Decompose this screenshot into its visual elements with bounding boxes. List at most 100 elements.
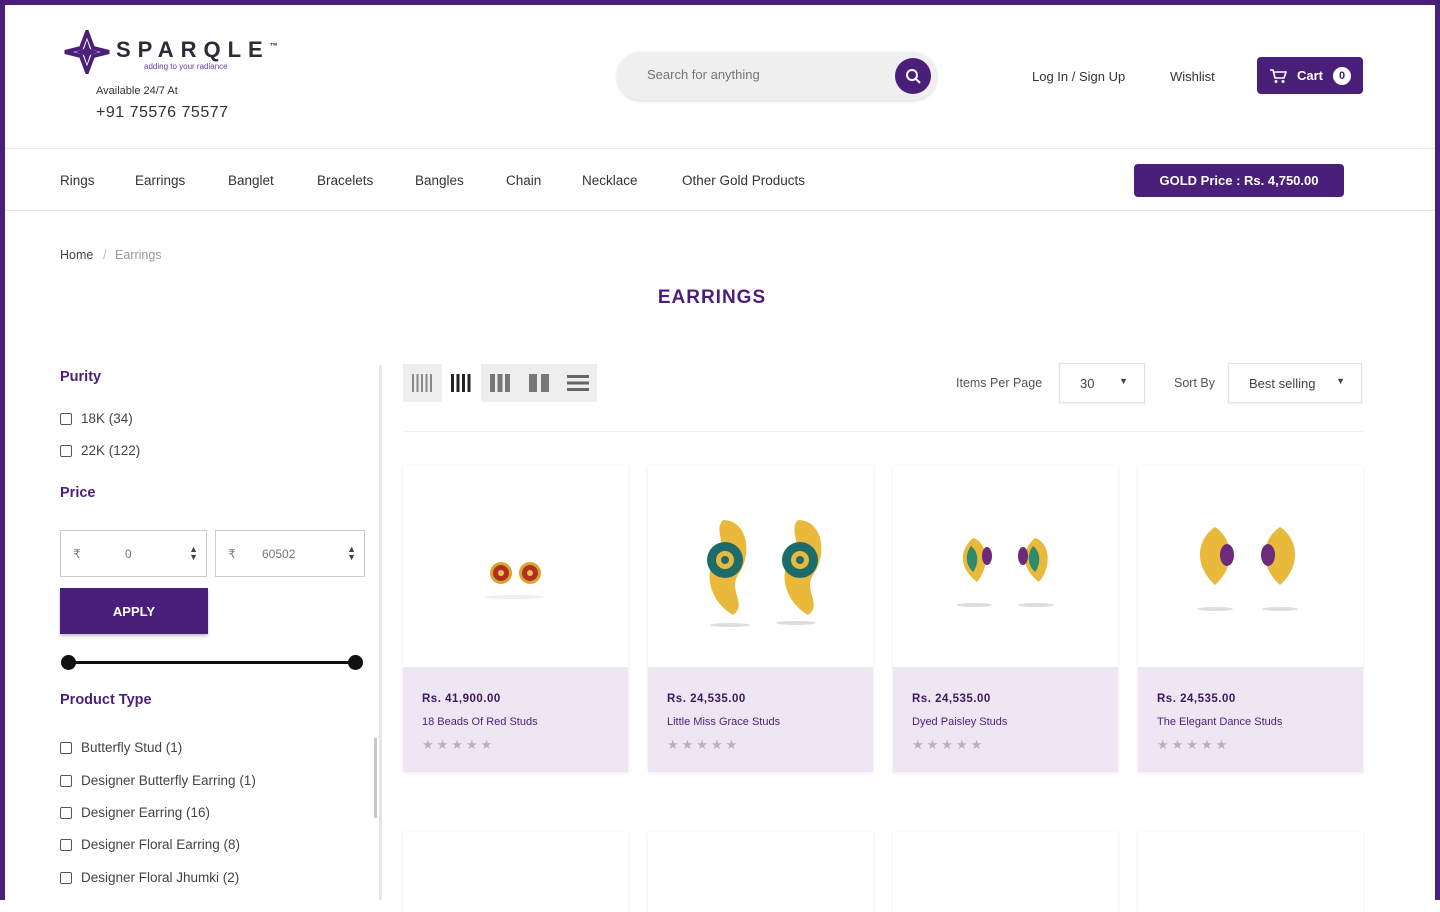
price-min-value: 0 — [125, 547, 132, 561]
checkbox[interactable] — [60, 412, 72, 425]
filter-type-item[interactable]: Designer Butterfly Earring (1) — [60, 773, 256, 788]
availability-text: Available 24/7 At — [96, 85, 178, 97]
nav-earrings[interactable]: Earrings — [135, 173, 185, 188]
list-view-button[interactable] — [558, 364, 597, 402]
search-input[interactable] — [645, 66, 889, 83]
price-max-input[interactable]: ₹ 60502 ▲ ▼ — [215, 530, 365, 577]
product-card[interactable]: Rs. 24,535.00 Dyed Paisley Studs ★★★★★ — [893, 465, 1118, 772]
sort-by-select[interactable]: Best selling ▼ — [1228, 363, 1362, 403]
product-image[interactable] — [648, 465, 873, 667]
filter-product-type-title: Product Type — [60, 692, 152, 708]
grid-4-view-button[interactable] — [441, 364, 481, 402]
star-rating-icon: ★★★★★ — [667, 737, 741, 752]
items-per-page-label: Items Per Page — [956, 376, 1043, 390]
product-card[interactable] — [648, 832, 873, 912]
currency-symbol: ₹ — [228, 547, 236, 561]
filter-type-item[interactable]: Butterfly Stud (1) — [60, 740, 182, 755]
product-info: Rs. 24,535.00 The Elegant Dance Studs ★★… — [1138, 667, 1363, 772]
filter-type-item[interactable]: Designer Floral Earring (8) — [60, 837, 240, 852]
nav-banglet[interactable]: Banglet — [228, 173, 274, 188]
product-card[interactable] — [893, 832, 1118, 912]
product-name[interactable]: Dyed Paisley Studs — [912, 716, 1007, 728]
product-card[interactable] — [1138, 832, 1363, 912]
product-name[interactable]: The Elegant Dance Studs — [1157, 716, 1282, 728]
filter-label: Designer Floral Earring (8) — [81, 837, 241, 852]
currency-symbol: ₹ — [73, 547, 81, 561]
price-slider-max-handle[interactable] — [348, 655, 363, 670]
divider — [5, 210, 1435, 211]
checkbox[interactable] — [60, 871, 72, 884]
price-max-value: 60502 — [262, 547, 296, 561]
breadcrumb-separator: / — [103, 248, 107, 262]
items-per-page-select[interactable]: 30 ▼ — [1059, 363, 1145, 403]
logo-icon[interactable] — [62, 30, 112, 74]
product-card[interactable]: Rs. 24,535.00 Little Miss Grace Studs ★★… — [648, 465, 873, 772]
wishlist-link[interactable]: Wishlist — [1170, 69, 1215, 84]
sort-by-value: Best selling — [1249, 376, 1316, 391]
product-info: Rs. 41,900.00 18 Beads Of Red Studs ★★★★… — [403, 667, 628, 772]
price-slider-min-handle[interactable] — [61, 655, 76, 670]
sidebar-scroll-thumb[interactable] — [374, 738, 377, 818]
product-card[interactable] — [403, 832, 628, 912]
filter-label: Designer Earring (16) — [81, 805, 211, 820]
filter-label: Butterfly Stud (1) — [81, 740, 183, 755]
star-rating-icon: ★★★★★ — [1157, 737, 1231, 752]
product-image[interactable] — [893, 465, 1118, 667]
grid-2-view-button[interactable] — [519, 364, 558, 402]
view-mode-switcher — [403, 364, 597, 402]
nav-necklace[interactable]: Necklace — [582, 173, 638, 188]
product-card[interactable]: Rs. 24,535.00 The Elegant Dance Studs ★★… — [1138, 465, 1363, 772]
checkbox[interactable] — [60, 741, 72, 754]
list-view-icon — [566, 375, 589, 391]
checkbox[interactable] — [60, 806, 72, 819]
product-price: Rs. 24,535.00 — [667, 693, 746, 705]
search-button[interactable] — [895, 58, 931, 94]
price-min-input[interactable]: ₹ 0 ▲ ▼ — [60, 530, 207, 577]
filter-purity-18k[interactable]: 18K (34) — [60, 411, 133, 426]
filter-price-title: Price — [60, 485, 96, 501]
nav-rings[interactable]: Rings — [60, 173, 95, 188]
product-image[interactable] — [403, 465, 628, 667]
filter-type-item[interactable]: Designer Earring (16) — [60, 805, 210, 820]
filter-purity-22k[interactable]: 22K (122) — [60, 443, 140, 458]
gold-price-badge: GOLD Price : Rs. 4,750.00 — [1134, 164, 1344, 197]
page-title: EARRINGS — [657, 287, 767, 308]
nav-bangles[interactable]: Bangles — [415, 173, 464, 188]
checkbox[interactable] — [60, 444, 72, 457]
breadcrumb-home[interactable]: Home — [60, 248, 93, 262]
star-rating-icon: ★★★★★ — [912, 737, 986, 752]
product-image[interactable] — [1138, 465, 1363, 667]
grid-3-view-button[interactable] — [481, 364, 520, 402]
filter-type-item[interactable]: Designer Floral Jhumki (2) — [60, 870, 239, 885]
search-icon — [906, 69, 921, 84]
nav-other-gold-products[interactable]: Other Gold Products — [682, 173, 805, 188]
sidebar-scrollbar[interactable] — [379, 365, 382, 900]
checkbox[interactable] — [60, 774, 72, 787]
grid-5-view-button[interactable] — [403, 364, 442, 402]
divider — [403, 431, 1363, 432]
apply-button[interactable]: APPLY — [60, 588, 208, 634]
checkbox[interactable] — [60, 838, 72, 851]
login-signup-link[interactable]: Log In / Sign Up — [1032, 69, 1125, 84]
search-bar — [617, 52, 937, 100]
product-name[interactable]: Little Miss Grace Studs — [667, 716, 780, 728]
product-name[interactable]: 18 Beads Of Red Studs — [422, 716, 538, 728]
nav-chain[interactable]: Chain — [506, 173, 541, 188]
filter-label: Designer Floral Jhumki (2) — [81, 870, 240, 885]
grid-2-icon — [528, 374, 549, 392]
cart-icon — [1270, 68, 1287, 83]
product-price: Rs. 41,900.00 — [422, 693, 501, 705]
phone-number[interactable]: +91 75576 75577 — [96, 104, 229, 122]
brand-name[interactable]: SPARQLE™ — [116, 37, 278, 63]
cart-button[interactable]: Cart 0 — [1257, 57, 1363, 94]
star-rating-icon: ★★★★★ — [422, 737, 496, 752]
price-slider-track[interactable] — [68, 661, 356, 664]
nav-bracelets[interactable]: Bracelets — [317, 173, 373, 188]
spinner-icon[interactable]: ▲ ▼ — [189, 545, 198, 562]
cart-count: 0 — [1333, 66, 1352, 85]
product-price: Rs. 24,535.00 — [1157, 693, 1236, 705]
filter-label: 18K (34) — [81, 411, 133, 426]
product-price: Rs. 24,535.00 — [912, 693, 991, 705]
product-card[interactable]: Rs. 41,900.00 18 Beads Of Red Studs ★★★★… — [403, 465, 628, 772]
spinner-icon[interactable]: ▲ ▼ — [347, 545, 356, 562]
